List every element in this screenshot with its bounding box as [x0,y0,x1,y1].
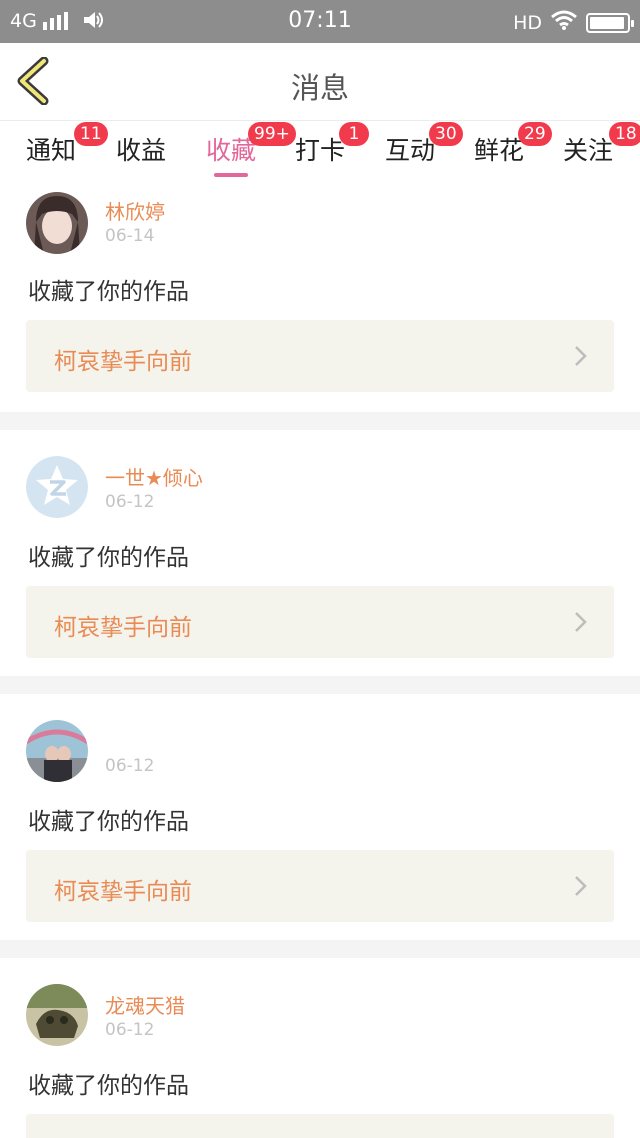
tab-label: 通知 [26,136,77,165]
message-date: 06-12 [105,492,155,512]
user-name[interactable]: 一世★倾心 [105,462,203,491]
count-badge: 18 [609,122,640,146]
count-badge: 1 [339,122,369,146]
page-title: 消息 [290,71,349,105]
tab-label: 收藏 [206,136,257,165]
work-title: 柯哀挚手向前 [54,349,192,375]
tab-label: 收益 [116,136,167,165]
message-card: 一世★倾心 06-12 收藏了你的作品 柯哀挚手向前 [0,430,640,676]
action-text: 收藏了你的作品 [28,1073,189,1099]
nav-header: 消息 [0,43,640,120]
tab-notifications[interactable]: 通知 11 [26,122,108,167]
message-card: 龙魂天猎 06-12 收藏了你的作品 [0,958,640,1138]
work-title: 柯哀挚手向前 [54,615,192,641]
hd-label: HD [513,11,542,34]
tab-label: 关注 [563,136,614,165]
tab-bar: 通知 11 收益 收藏 99+ 打卡 1 互动 30 鲜花 29 关注 18 [0,120,640,178]
work-title: 柯哀挚手向前 [54,879,192,905]
message-date: 06-12 [105,756,155,776]
divider [0,940,640,958]
action-text: 收藏了你的作品 [28,545,189,571]
user-name[interactable]: 林欣婷 [105,196,165,225]
chevron-right-icon [575,612,587,632]
count-badge: 99+ [248,122,296,146]
tab-label: 鲜花 [474,136,525,165]
tab-favorites[interactable]: 收藏 99+ [206,122,296,177]
tab-label: 互动 [385,136,436,165]
wifi-icon [550,9,578,36]
avatar[interactable] [26,720,88,782]
work-link[interactable]: 柯哀挚手向前 [26,586,614,658]
user-name[interactable]: 龙魂天猎 [105,990,185,1019]
work-link[interactable]: 柯哀挚手向前 [26,850,614,922]
avatar[interactable] [26,984,88,1046]
tab-checkin[interactable]: 打卡 1 [295,122,369,167]
avatar[interactable] [26,192,88,254]
tab-flowers[interactable]: 鲜花 29 [474,122,552,167]
count-badge: 30 [429,122,463,146]
avatar[interactable] [26,456,88,518]
status-right: HD [513,9,634,36]
tab-earnings[interactable]: 收益 [116,131,166,167]
message-date: 06-14 [105,226,155,246]
count-badge: 11 [74,122,108,146]
message-date: 06-12 [105,1020,155,1040]
action-text: 收藏了你的作品 [28,279,189,305]
count-badge: 29 [518,122,552,146]
work-link[interactable] [26,1114,614,1138]
work-link[interactable]: 柯哀挚手向前 [26,320,614,392]
active-tab-indicator [214,173,249,177]
divider [0,676,640,694]
status-bar: 4G 07:11 HD [0,0,640,43]
message-card: 06-12 收藏了你的作品 柯哀挚手向前 [0,694,640,940]
divider [0,412,640,430]
message-card: 林欣婷 06-14 收藏了你的作品 柯哀挚手向前 [0,178,640,412]
battery-icon [586,12,634,33]
action-text: 收藏了你的作品 [28,809,189,835]
chevron-right-icon [575,876,587,896]
tab-label: 打卡 [295,136,346,165]
tab-interaction[interactable]: 互动 30 [385,122,463,167]
tab-follows[interactable]: 关注 18 [563,122,640,167]
chevron-right-icon [575,346,587,366]
